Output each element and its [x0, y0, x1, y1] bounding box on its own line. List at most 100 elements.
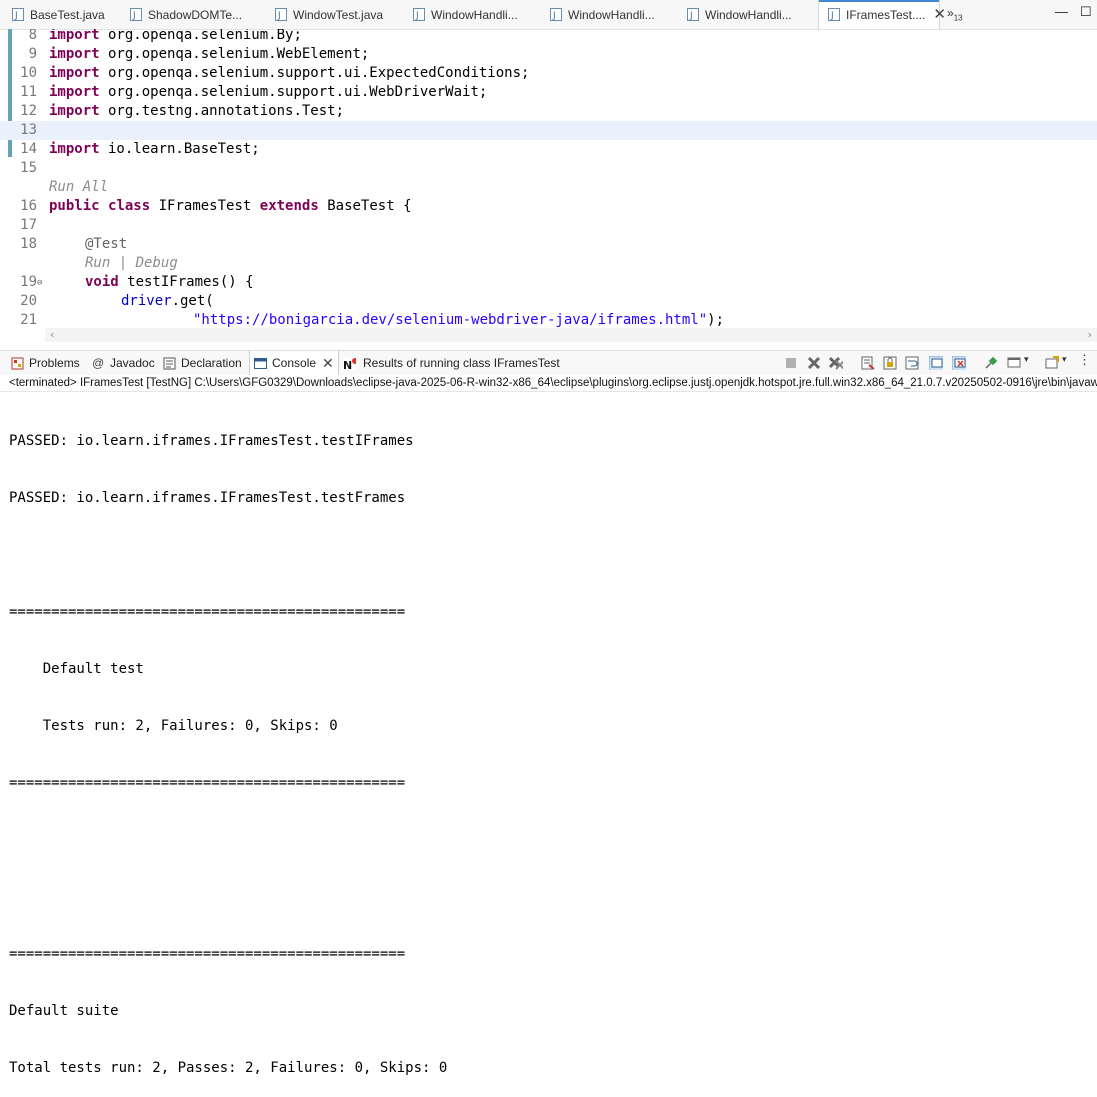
code-text: org.testng.annotations.Test;	[99, 103, 345, 119]
keyword: import	[49, 84, 100, 100]
display-selected-console-icon[interactable]	[1007, 356, 1021, 370]
console-line: Total tests run: 2, Passes: 2, Failures:…	[9, 1060, 448, 1076]
editor-horizontal-scrollbar[interactable]: ‹ ›	[45, 328, 1097, 342]
tab-problems[interactable]: Problems	[11, 351, 80, 375]
testng-icon: N	[343, 356, 356, 370]
code-text: org.openqa.selenium.support.ui.ExpectedC…	[99, 65, 530, 81]
code-line: 16 public class IFramesTest extends Base…	[0, 197, 1097, 216]
scroll-left-icon[interactable]: ‹	[49, 328, 56, 342]
clear-console-icon[interactable]	[861, 356, 875, 370]
java-file-icon: J	[130, 8, 142, 21]
scroll-lock-icon[interactable]	[883, 356, 897, 370]
editor-tab-windowhandling-3[interactable]: J WindowHandli...	[687, 0, 792, 29]
debug-lens[interactable]: Debug	[136, 255, 178, 271]
line-number: 8	[28, 29, 37, 43]
console-line: Default test	[9, 661, 144, 677]
tab-declaration[interactable]: Declaration	[163, 351, 242, 375]
editor-tab-windowhandling-2[interactable]: J WindowHandli...	[550, 0, 655, 29]
code-text: org.openqa.selenium.support.ui.WebDriver…	[99, 84, 488, 100]
display-console-dropdown-icon[interactable]: ▾	[1024, 354, 1032, 368]
open-console-dropdown-icon[interactable]: ▾	[1062, 354, 1070, 368]
editor-tab-iframestest[interactable]: J IFramesTest.... ✕	[818, 0, 946, 29]
console-launch-description: <terminated> IFramesTest [TestNG] C:\Use…	[0, 374, 1097, 392]
keyword: void	[85, 274, 119, 290]
javadoc-icon: @	[92, 355, 105, 370]
editor-tab-windowtest[interactable]: J WindowTest.java	[275, 0, 383, 29]
code-line: 19 ⊖ void testIFrames() {	[0, 273, 1097, 292]
console-line: Tests run: 2, Failures: 0, Skips: 0	[9, 718, 338, 734]
line-number: 10	[20, 65, 37, 81]
scroll-right-icon[interactable]: ›	[1086, 328, 1093, 342]
code-editor[interactable]: 8 import org.openqa.selenium.By; 9 impor…	[0, 29, 1097, 342]
word-wrap-icon[interactable]	[905, 356, 919, 370]
code-text: org.openqa.selenium.By;	[99, 29, 302, 43]
pin-console-icon[interactable]	[984, 356, 998, 370]
current-code-line: 13	[0, 121, 1097, 140]
console-line: ========================================…	[9, 604, 406, 620]
java-file-icon: J	[550, 8, 562, 21]
parent-class: BaseTest {	[327, 198, 412, 214]
code-line: 11 import org.openqa.selenium.support.ui…	[0, 83, 1097, 102]
close-tab-icon[interactable]: ✕	[933, 7, 946, 22]
java-file-icon: J	[828, 8, 840, 21]
line-number: 16	[20, 198, 37, 214]
show-console-on-output-icon[interactable]	[929, 356, 943, 370]
minimize-button[interactable]: —	[1055, 4, 1068, 19]
tab-label: Problems	[29, 356, 80, 370]
tab-javadoc[interactable]: @ Javadoc	[92, 351, 155, 375]
tab-console[interactable]: Console ✕	[249, 351, 339, 375]
maximize-button[interactable]: ☐	[1080, 4, 1092, 20]
tab-testng-results[interactable]: N Results of running class IFramesTest	[343, 351, 560, 375]
editor-tab-shadowdom[interactable]: J ShadowDOMTe...	[130, 0, 242, 29]
console-icon	[254, 357, 267, 369]
remove-all-terminated-icon[interactable]	[829, 356, 843, 370]
keyword: public	[49, 198, 100, 214]
run-all-lens[interactable]: Run All	[49, 178, 108, 197]
tab-label: WindowHandli...	[705, 7, 792, 22]
java-file-icon: J	[413, 8, 425, 21]
code-text: .get(	[171, 293, 214, 309]
svg-text:J: J	[14, 11, 18, 21]
tab-label: Javadoc	[110, 356, 155, 370]
keyword: import	[49, 46, 100, 62]
tab-label: Console	[272, 356, 317, 370]
remove-launch-icon[interactable]	[807, 356, 821, 370]
line-number: 9	[28, 46, 37, 62]
code-text: );	[707, 312, 725, 328]
code-lens-line: Run | Debug	[0, 254, 1097, 273]
open-console-icon[interactable]	[1045, 356, 1059, 370]
code-line: 10 import org.openqa.selenium.support.ui…	[0, 64, 1097, 83]
svg-text:J: J	[552, 11, 556, 21]
editor-tab-windowhandling-1[interactable]: J WindowHandli...	[413, 0, 518, 29]
svg-text:J: J	[277, 11, 281, 21]
close-tab-icon[interactable]: ✕	[322, 355, 334, 372]
collapse-fold-icon[interactable]: ⊖	[37, 274, 42, 293]
show-console-on-error-icon[interactable]	[952, 356, 966, 370]
keyword: import	[49, 141, 100, 157]
svg-text:J: J	[689, 11, 693, 21]
tab-label: ShadowDOMTe...	[148, 7, 243, 22]
annotation: @Test	[85, 236, 128, 252]
field-reference: driver	[121, 293, 172, 309]
svg-text:J: J	[830, 11, 834, 21]
line-number: 15	[20, 160, 37, 176]
terminate-icon[interactable]	[784, 356, 798, 370]
keyword: import	[49, 29, 100, 43]
view-menu-icon[interactable]: ⋮	[1078, 352, 1092, 367]
editor-tab-bar: J BaseTest.java J ShadowDOMTe... J Windo…	[0, 0, 1097, 30]
code-line: 18 @Test	[0, 235, 1097, 254]
console-output[interactable]: PASSED: io.learn.iframes.IFramesTest.tes…	[9, 394, 1089, 1097]
line-number: 14	[20, 141, 37, 157]
code-text: org.openqa.selenium.WebElement;	[99, 46, 370, 62]
console-line: ========================================…	[9, 946, 406, 962]
code-line: 17	[0, 216, 1097, 235]
tab-label: WindowHandli...	[431, 7, 518, 22]
editor-tab-basetest[interactable]: J BaseTest.java	[12, 0, 105, 29]
keyword: extends	[259, 198, 319, 214]
tab-overflow-button[interactable]: »13	[947, 6, 963, 22]
run-lens[interactable]: Run	[85, 255, 110, 271]
line-number: 19	[20, 274, 37, 290]
